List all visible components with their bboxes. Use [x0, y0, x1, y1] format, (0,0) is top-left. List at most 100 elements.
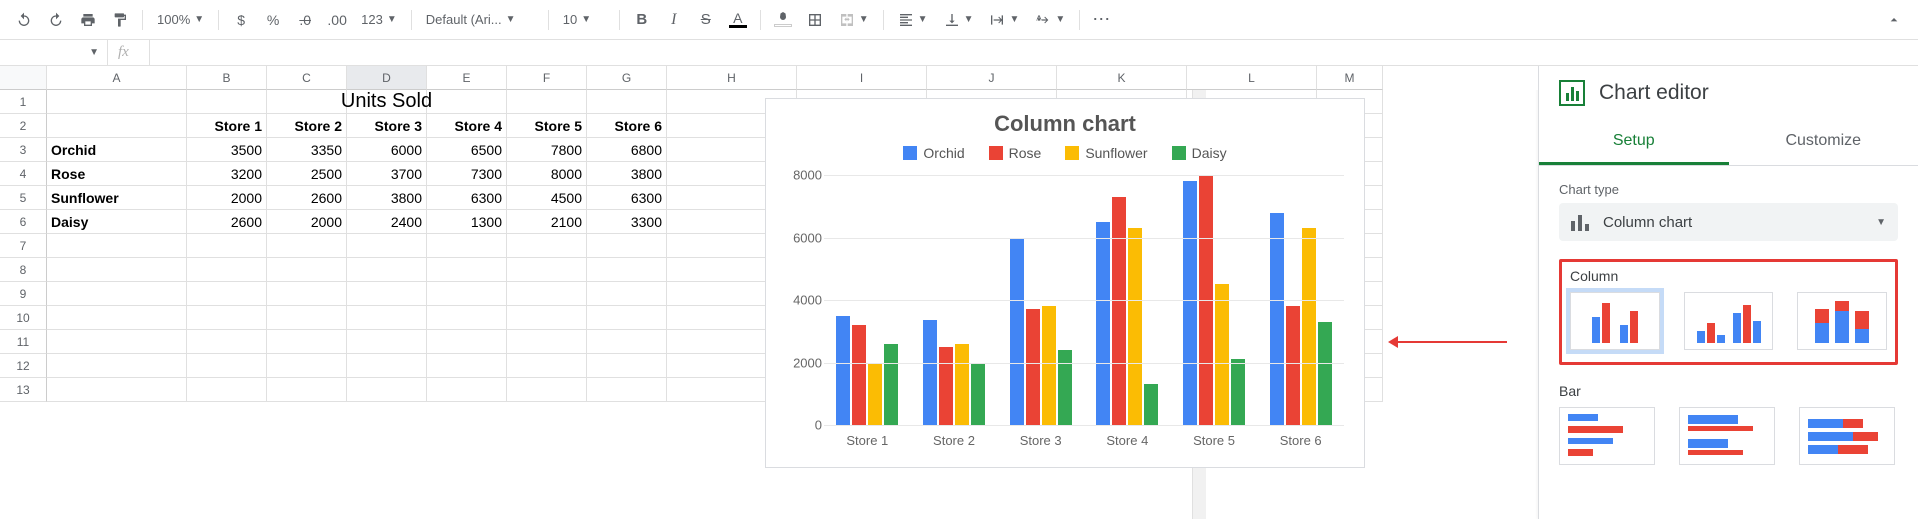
cell[interactable]	[587, 306, 667, 330]
formula-input[interactable]	[150, 45, 1918, 60]
cell[interactable]	[587, 282, 667, 306]
thumb-stacked-bar[interactable]	[1799, 407, 1895, 465]
tab-setup[interactable]: Setup	[1539, 120, 1729, 165]
cell[interactable]: Daisy	[47, 210, 187, 234]
cell[interactable]: Store 6	[587, 114, 667, 138]
cell[interactable]: 3800	[587, 162, 667, 186]
cell[interactable]: 6800	[587, 138, 667, 162]
cell[interactable]: 6300	[427, 186, 507, 210]
column-header[interactable]: I	[797, 66, 927, 90]
row-header[interactable]: 10	[0, 306, 47, 330]
font-select[interactable]: Default (Ari...▼	[420, 6, 540, 34]
text-color-button[interactable]: A	[724, 6, 752, 34]
cell[interactable]: Store 4	[427, 114, 507, 138]
cell[interactable]	[507, 330, 587, 354]
undo-button[interactable]	[10, 6, 38, 34]
row-header[interactable]: 5	[0, 186, 47, 210]
cell[interactable]	[427, 282, 507, 306]
row-header[interactable]: 7	[0, 234, 47, 258]
strikethrough-button[interactable]: S	[692, 6, 720, 34]
cell[interactable]	[47, 282, 187, 306]
row-header[interactable]: 2	[0, 114, 47, 138]
tab-customize[interactable]: Customize	[1729, 120, 1918, 165]
more-formats-select[interactable]: 123▼	[355, 6, 403, 34]
cell[interactable]	[267, 258, 347, 282]
cell[interactable]	[507, 258, 587, 282]
cell[interactable]	[47, 306, 187, 330]
text-wrap-button[interactable]: ▼	[983, 6, 1025, 34]
cell[interactable]	[187, 354, 267, 378]
cell[interactable]: Store 2	[267, 114, 347, 138]
borders-button[interactable]	[801, 6, 829, 34]
cell[interactable]	[427, 234, 507, 258]
cell[interactable]: 6000	[347, 138, 427, 162]
cell[interactable]	[187, 90, 267, 114]
column-header[interactable]: K	[1057, 66, 1187, 90]
row-header[interactable]: 6	[0, 210, 47, 234]
cell[interactable]: Store 3	[347, 114, 427, 138]
column-header[interactable]: M	[1317, 66, 1383, 90]
cell[interactable]	[187, 378, 267, 402]
thumb-grouped-column[interactable]	[1684, 292, 1774, 350]
cell[interactable]	[347, 354, 427, 378]
cell[interactable]	[267, 330, 347, 354]
cell[interactable]	[47, 258, 187, 282]
cell[interactable]: Sunflower	[47, 186, 187, 210]
merge-cells-button[interactable]: ▼	[833, 6, 875, 34]
thumb-grouped-bar[interactable]	[1679, 407, 1775, 465]
cell[interactable]	[187, 306, 267, 330]
cell[interactable]	[267, 378, 347, 402]
cell[interactable]	[347, 234, 427, 258]
column-header[interactable]: F	[507, 66, 587, 90]
thumb-bar-chart[interactable]	[1559, 407, 1655, 465]
row-header[interactable]: 8	[0, 258, 47, 282]
cell[interactable]: 2400	[347, 210, 427, 234]
cell[interactable]	[47, 378, 187, 402]
cell[interactable]	[587, 330, 667, 354]
font-size-select[interactable]: 10▼	[557, 6, 611, 34]
more-toolbar-button[interactable]: ⋯	[1088, 6, 1116, 34]
cell[interactable]: 3800	[347, 186, 427, 210]
cell[interactable]	[347, 330, 427, 354]
cell[interactable]	[347, 258, 427, 282]
horizontal-align-button[interactable]: ▼	[892, 6, 934, 34]
cell[interactable]	[427, 258, 507, 282]
spreadsheet-grid[interactable]: ABCDEFGHIJKLM 1Units Sold2Store 1Store 2…	[0, 66, 1538, 519]
row-header[interactable]: 11	[0, 330, 47, 354]
cell[interactable]	[507, 90, 587, 114]
cell[interactable]: 7800	[507, 138, 587, 162]
cell[interactable]: 4500	[507, 186, 587, 210]
column-header[interactable]: E	[427, 66, 507, 90]
column-header[interactable]: A	[47, 66, 187, 90]
cell[interactable]	[507, 354, 587, 378]
cell[interactable]	[47, 330, 187, 354]
cell[interactable]	[267, 306, 347, 330]
cell[interactable]	[507, 378, 587, 402]
column-header[interactable]: L	[1187, 66, 1317, 90]
cell[interactable]	[427, 330, 507, 354]
select-all-corner[interactable]	[0, 66, 47, 90]
cell[interactable]: Rose	[47, 162, 187, 186]
cell[interactable]	[587, 354, 667, 378]
column-header[interactable]: C	[267, 66, 347, 90]
cell[interactable]	[267, 354, 347, 378]
name-box[interactable]: ▼	[0, 40, 108, 65]
cell[interactable]: 3500	[187, 138, 267, 162]
column-header[interactable]: B	[187, 66, 267, 90]
cell[interactable]	[587, 258, 667, 282]
cell[interactable]: 2000	[187, 186, 267, 210]
cell[interactable]: 2500	[267, 162, 347, 186]
cell[interactable]	[187, 330, 267, 354]
redo-button[interactable]	[42, 6, 70, 34]
decrease-decimal-button[interactable]: .0	[291, 6, 319, 34]
text-rotation-button[interactable]: ▼	[1029, 6, 1071, 34]
cell[interactable]: Orchid	[47, 138, 187, 162]
cell[interactable]	[507, 306, 587, 330]
row-header[interactable]: 9	[0, 282, 47, 306]
cell[interactable]	[47, 234, 187, 258]
print-button[interactable]	[74, 6, 102, 34]
paint-format-button[interactable]	[106, 6, 134, 34]
cell[interactable]	[587, 378, 667, 402]
cell[interactable]	[47, 90, 187, 114]
percent-button[interactable]: %	[259, 6, 287, 34]
